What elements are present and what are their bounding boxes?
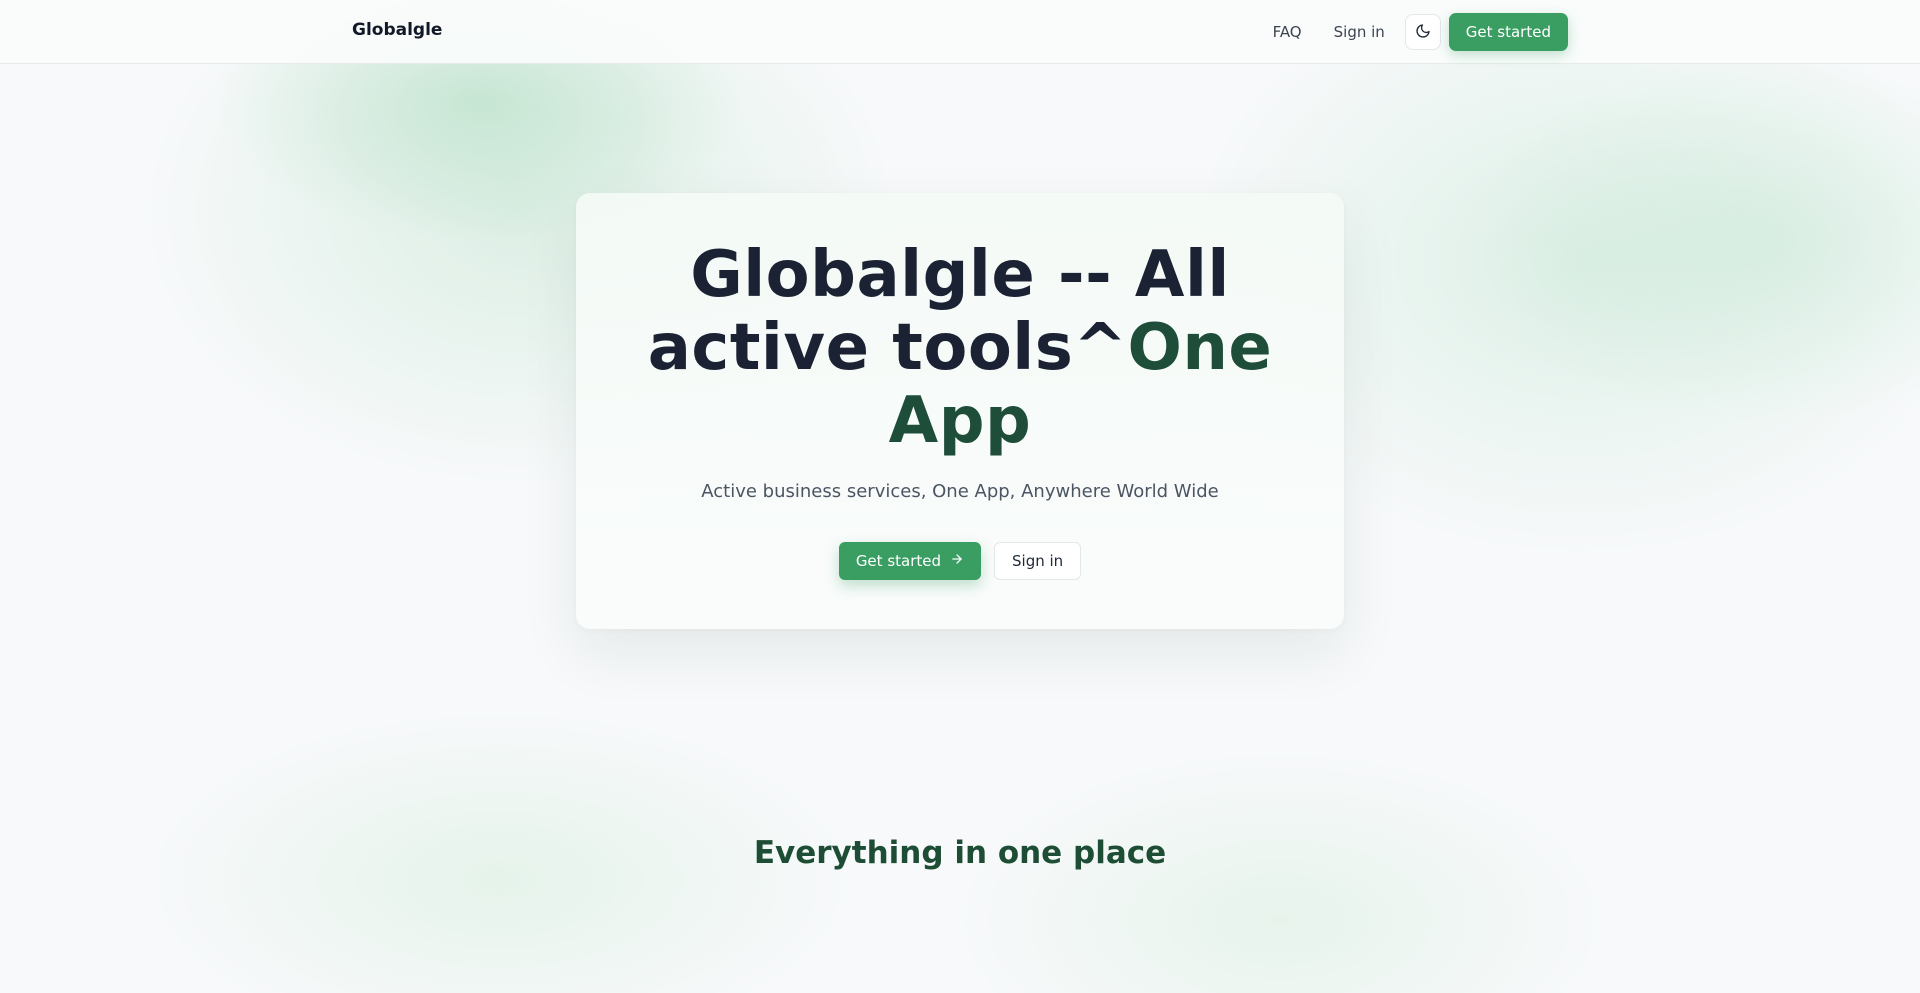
hero-title-accent-app: App — [888, 384, 1032, 458]
nav-get-started-button[interactable]: Get started — [1448, 13, 1568, 51]
arrow-right-icon — [950, 552, 964, 570]
brand-logo[interactable]: Globalgle — [352, 20, 442, 40]
hero-title-accent-one: One — [1127, 311, 1273, 385]
hero-subtitle: Active business services, One App, Anywh… — [701, 481, 1219, 502]
landing-page: Globalgle FAQ Sign in Get started Global… — [0, 0, 1920, 993]
top-navbar: Globalgle FAQ Sign in Get started — [0, 0, 1920, 64]
theme-toggle-button[interactable] — [1404, 14, 1441, 50]
nav-actions: FAQ Sign in Get started — [1257, 13, 1568, 51]
hero-title-line1: Globalgle -- All — [690, 238, 1230, 312]
nav-link-signin[interactable]: Sign in — [1318, 13, 1401, 51]
nav-link-faq[interactable]: FAQ — [1257, 13, 1318, 51]
hero-get-started-button[interactable]: Get started — [838, 542, 982, 580]
hero-title-line2: active tools^ — [647, 311, 1128, 385]
moon-icon — [1415, 23, 1431, 42]
features-section-title: Everything in one place — [753, 835, 1167, 871]
hero-get-started-label: Get started — [855, 552, 942, 570]
hero-title: Globalgle -- All active tools^One App — [576, 239, 1344, 458]
hero-card: Globalgle -- All active tools^One App Ac… — [576, 193, 1344, 629]
hero-actions: Get started Sign in — [576, 542, 1344, 580]
hero-sign-in-button[interactable]: Sign in — [994, 542, 1082, 580]
